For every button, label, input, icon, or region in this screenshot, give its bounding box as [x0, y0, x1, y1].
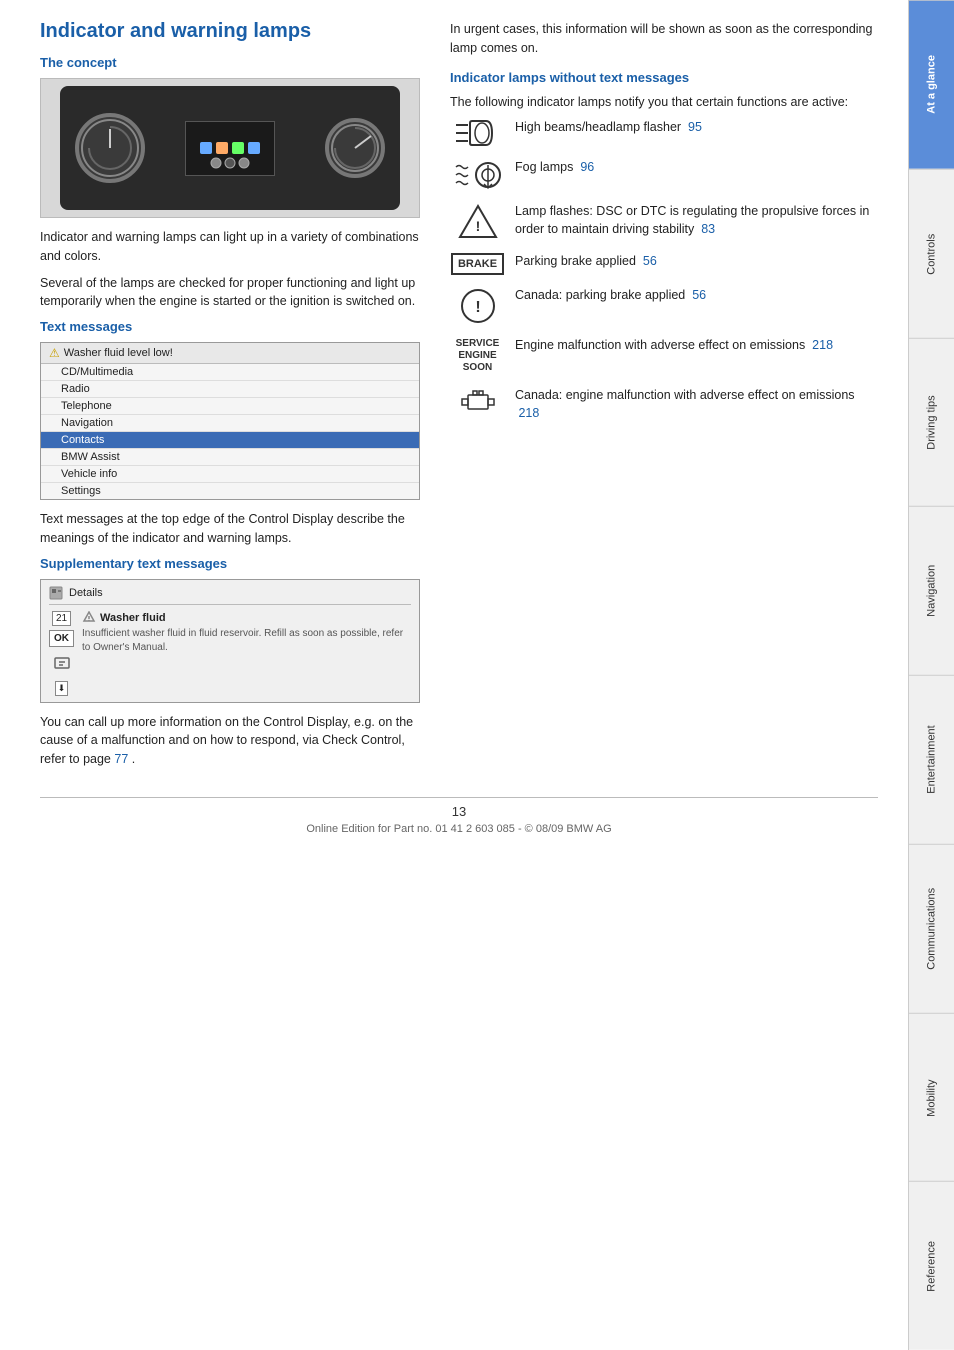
lamp-link-service-engine[interactable]: 218 — [812, 338, 833, 352]
sidebar-tab-navigation[interactable]: Navigation — [909, 506, 954, 675]
supp-item-body: Insufficient washer fluid in fluid reser… — [82, 627, 411, 655]
supp-right-text: Washer fluid Insufficient washer fluid i… — [82, 611, 411, 696]
text-messages-title: Text messages — [40, 319, 420, 334]
page-number: 13 — [452, 804, 466, 819]
supp-left-icons: 21 OK ⬇ — [49, 611, 74, 696]
lamp-text-fog: Fog lamps 96 — [515, 159, 878, 177]
list-item[interactable]: Telephone — [41, 398, 419, 415]
highbeam-icon — [454, 119, 502, 147]
supp-item-title: Washer fluid — [82, 611, 411, 625]
supp-header-label: Details — [69, 587, 103, 599]
list-item[interactable]: Navigation — [41, 415, 419, 432]
warning-icon: ⚠ — [49, 346, 60, 360]
instrument-cluster-image — [40, 78, 420, 218]
concept-para2: Several of the lamps are checked for pro… — [40, 274, 420, 312]
service-engine-text-icon: SERVICEENGINESOON — [455, 337, 501, 375]
supp-header: Details — [49, 586, 411, 605]
page-credit: Online Edition for Part no. 01 41 2 603 … — [306, 823, 611, 835]
main-title: Indicator and warning lamps — [40, 20, 420, 43]
supplementary-screenshot: Details 21 OK ⬇ — [40, 579, 420, 703]
svg-text:!: ! — [475, 299, 480, 316]
sidebar: At a glance Controls Driving tips Naviga… — [908, 0, 954, 1350]
list-item[interactable]: CD/Multimedia — [41, 364, 419, 381]
msg-header-text: Washer fluid level low! — [64, 347, 173, 359]
lamp-link-brake[interactable]: 56 — [643, 254, 657, 268]
sidebar-tab-entertainment[interactable]: Entertainment — [909, 675, 954, 844]
lamp-row-canada-engine: Canada: engine malfunction with adverse … — [450, 387, 878, 422]
lamp-text-service-engine: Engine malfunction with adverse effect o… — [515, 337, 878, 355]
sidebar-tab-mobility[interactable]: Mobility — [909, 1013, 954, 1182]
supp-para-end: . — [132, 752, 135, 766]
lamp-row-brake: BRAKE Parking brake applied 56 — [450, 253, 878, 275]
fog-icon-cell — [450, 159, 505, 191]
indicator-title: Indicator lamps without text messages — [450, 70, 878, 85]
right-gauge — [325, 118, 385, 178]
svg-text:!: ! — [475, 218, 480, 234]
supp-para-link[interactable]: 77 — [114, 752, 128, 766]
lamp-link-dsc[interactable]: 83 — [701, 222, 715, 236]
sidebar-tab-at-a-glance[interactable]: At a glance — [909, 0, 954, 169]
canada-parking-icon: ! — [459, 287, 497, 325]
supp-scroll-button[interactable]: ⬇ — [55, 681, 69, 696]
concept-title: The concept — [40, 55, 420, 70]
lamp-text-canada-engine: Canada: engine malfunction with adverse … — [515, 387, 878, 422]
lamp-text-brake: Parking brake applied 56 — [515, 253, 878, 271]
sidebar-tab-driving-tips[interactable]: Driving tips — [909, 338, 954, 507]
details-icon — [49, 586, 63, 600]
list-item[interactable]: Settings — [41, 483, 419, 499]
sidebar-tab-controls[interactable]: Controls — [909, 169, 954, 338]
washer-fluid-icon — [82, 611, 96, 625]
lamp-row-highbeam: High beams/headlamp flasher 95 — [450, 119, 878, 147]
lamp-link-canada-engine[interactable]: 218 — [518, 406, 539, 420]
service-engine-icon-cell: SERVICEENGINESOON — [450, 337, 505, 375]
canada-parking-icon-cell: ! — [450, 287, 505, 325]
dsc-triangle-icon: ! — [457, 203, 499, 241]
lamp-text-canada-parking: Canada: parking brake applied 56 — [515, 287, 878, 305]
dsc-icon-cell: ! — [450, 203, 505, 241]
text-messages-screenshot: ⚠ Washer fluid level low! CD/Multimedia … — [40, 342, 420, 500]
lamp-row-service-engine: SERVICEENGINESOON Engine malfunction wit… — [450, 337, 878, 375]
list-item[interactable]: BMW Assist — [41, 449, 419, 466]
brake-icon-cell: BRAKE — [450, 253, 505, 275]
canada-engine-icon-cell — [450, 387, 505, 417]
sidebar-tab-communications[interactable]: Communications — [909, 844, 954, 1013]
brake-text-icon: BRAKE — [451, 253, 504, 275]
lamp-text-highbeam: High beams/headlamp flasher 95 — [515, 119, 878, 137]
right-column: In urgent cases, this information will b… — [450, 20, 878, 777]
supp-title: Supplementary text messages — [40, 556, 420, 571]
lamp-row-canada-parking: ! Canada: parking brake applied 56 — [450, 287, 878, 325]
supp-item-num: 21 — [52, 611, 71, 626]
sidebar-tab-reference[interactable]: Reference — [909, 1181, 954, 1350]
msg-header: ⚠ Washer fluid level low! — [41, 343, 419, 364]
msg-menu-list: CD/Multimedia Radio Telephone Navigation… — [41, 364, 419, 499]
page-footer: 13 Online Edition for Part no. 01 41 2 6… — [40, 797, 878, 835]
lamp-link-canada-parking[interactable]: 56 — [692, 288, 706, 302]
left-gauge — [75, 113, 145, 183]
lamp-link-fog[interactable]: 96 — [580, 160, 594, 174]
fog-lamp-icon — [454, 159, 502, 191]
supp-para: You can call up more information on the … — [40, 713, 420, 769]
supp-para-text: You can call up more information on the … — [40, 715, 413, 767]
indicator-lamps-list: High beams/headlamp flasher 95 — [450, 119, 878, 422]
supp-ok-button[interactable]: OK — [49, 630, 74, 647]
supp-content: 21 OK ⬇ — [49, 611, 411, 696]
list-item[interactable]: Vehicle info — [41, 466, 419, 483]
washer-icon — [54, 655, 70, 671]
right-intro: In urgent cases, this information will b… — [450, 20, 878, 58]
lamp-row-dsc: ! Lamp flashes: DSC or DTC is regulating… — [450, 203, 878, 241]
lamp-row-fog: Fog lamps 96 — [450, 159, 878, 191]
text-messages-para: Text messages at the top edge of the Con… — [40, 510, 420, 548]
highbeam-icon-cell — [450, 119, 505, 147]
supp-item-name: Washer fluid — [100, 612, 166, 624]
footer-divider — [40, 797, 878, 798]
lamp-link-highbeam[interactable]: 95 — [688, 120, 702, 134]
concept-para1: Indicator and warning lamps can light up… — [40, 228, 420, 266]
canada-engine-icon — [458, 387, 498, 417]
left-column: Indicator and warning lamps The concept — [40, 20, 420, 777]
center-display — [185, 121, 275, 176]
list-item[interactable]: Contacts — [41, 432, 419, 449]
lamp-text-dsc: Lamp flashes: DSC or DTC is regulating t… — [515, 203, 878, 238]
list-item[interactable]: Radio — [41, 381, 419, 398]
indicator-intro: The following indicator lamps notify you… — [450, 93, 878, 112]
